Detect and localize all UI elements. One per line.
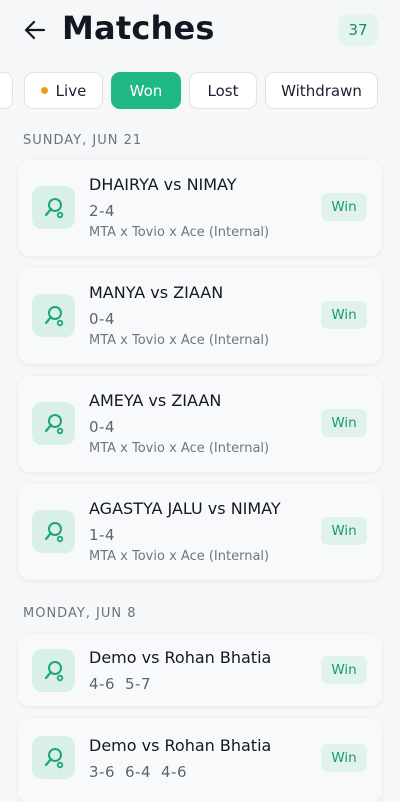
set-score: 5-7 bbox=[125, 675, 151, 693]
tennis-racket-icon bbox=[32, 649, 75, 692]
result-badge: Win bbox=[321, 301, 367, 329]
match-score: 0-4 bbox=[89, 418, 125, 436]
match-score: 1-4 bbox=[89, 526, 125, 544]
tab-label: Live bbox=[55, 81, 87, 100]
match-card[interactable]: AGASTYA JALU vs NIMAY 1-4 MTA x Tovio x … bbox=[18, 484, 382, 580]
tab-label: Won bbox=[129, 81, 163, 100]
match-title: MANYA vs ZIAAN bbox=[89, 283, 224, 302]
tennis-racket-icon bbox=[32, 186, 75, 229]
tennis-racket-icon bbox=[32, 402, 75, 445]
set-score: 4-6 bbox=[161, 763, 187, 781]
tab-won[interactable]: Won bbox=[111, 72, 181, 109]
match-title: AMEYA vs ZIAAN bbox=[89, 391, 222, 410]
match-event: MTA x Tovio x Ace (Internal) bbox=[89, 225, 270, 240]
set-score: 6-4 bbox=[125, 763, 151, 781]
filter-tabs: Live Won Lost Withdrawn bbox=[0, 72, 400, 110]
result-badge: Win bbox=[321, 409, 367, 437]
match-score: 4-6 5-7 bbox=[89, 675, 161, 693]
set-score: 1-4 bbox=[89, 526, 115, 544]
match-title: Demo vs Rohan Bhatia bbox=[89, 736, 272, 755]
set-score: 3-6 bbox=[89, 763, 115, 781]
arrow-left-icon bbox=[24, 20, 46, 40]
set-score: 0-4 bbox=[89, 310, 115, 328]
date-header: SUNDAY, JUN 21 bbox=[23, 133, 143, 148]
result-badge: Win bbox=[321, 517, 367, 545]
live-dot-icon bbox=[40, 87, 48, 94]
set-score: 2-4 bbox=[89, 202, 115, 220]
match-event: MTA x Tovio x Ace (Internal) bbox=[89, 549, 270, 564]
match-title: Demo vs Rohan Bhatia bbox=[89, 648, 272, 667]
match-card[interactable]: Demo vs Rohan Bhatia 3-6 6-4 4-6 Win bbox=[18, 718, 382, 802]
set-score: 0-4 bbox=[89, 418, 115, 436]
tab-withdrawn[interactable]: Withdrawn bbox=[265, 72, 378, 109]
page-title: Matches bbox=[62, 9, 215, 47]
tennis-racket-icon bbox=[32, 294, 75, 337]
tab-live[interactable]: Live bbox=[24, 72, 103, 109]
tab-label: Withdrawn bbox=[281, 81, 362, 100]
match-score: 3-6 6-4 4-6 bbox=[89, 763, 197, 781]
match-event: MTA x Tovio x Ace (Internal) bbox=[89, 333, 270, 348]
match-score: 0-4 bbox=[89, 310, 125, 328]
result-badge: Win bbox=[321, 656, 367, 684]
tab-label: Lost bbox=[207, 81, 239, 100]
match-card[interactable]: AMEYA vs ZIAAN 0-4 MTA x Tovio x Ace (In… bbox=[18, 376, 382, 472]
back-button[interactable] bbox=[22, 17, 48, 43]
header: Matches 37 bbox=[0, 0, 400, 62]
set-score: 4-6 bbox=[89, 675, 115, 693]
match-card[interactable]: MANYA vs ZIAAN 0-4 MTA x Tovio x Ace (In… bbox=[18, 268, 382, 364]
tab-lost[interactable]: Lost bbox=[189, 72, 257, 109]
match-event: MTA x Tovio x Ace (Internal) bbox=[89, 441, 270, 456]
tennis-racket-icon bbox=[32, 510, 75, 553]
match-count-badge: 37 bbox=[338, 14, 378, 46]
tennis-racket-icon bbox=[32, 736, 75, 779]
tab-all[interactable] bbox=[0, 72, 13, 109]
result-badge: Win bbox=[321, 744, 367, 772]
match-title: DHAIRYA vs NIMAY bbox=[89, 175, 237, 194]
date-header: MONDAY, JUN 8 bbox=[23, 606, 137, 621]
match-title: AGASTYA JALU vs NIMAY bbox=[89, 499, 281, 518]
result-badge: Win bbox=[321, 193, 367, 221]
match-card[interactable]: DHAIRYA vs NIMAY 2-4 MTA x Tovio x Ace (… bbox=[18, 160, 382, 256]
match-card[interactable]: Demo vs Rohan Bhatia 4-6 5-7 Win bbox=[18, 634, 382, 706]
match-score: 2-4 bbox=[89, 202, 125, 220]
